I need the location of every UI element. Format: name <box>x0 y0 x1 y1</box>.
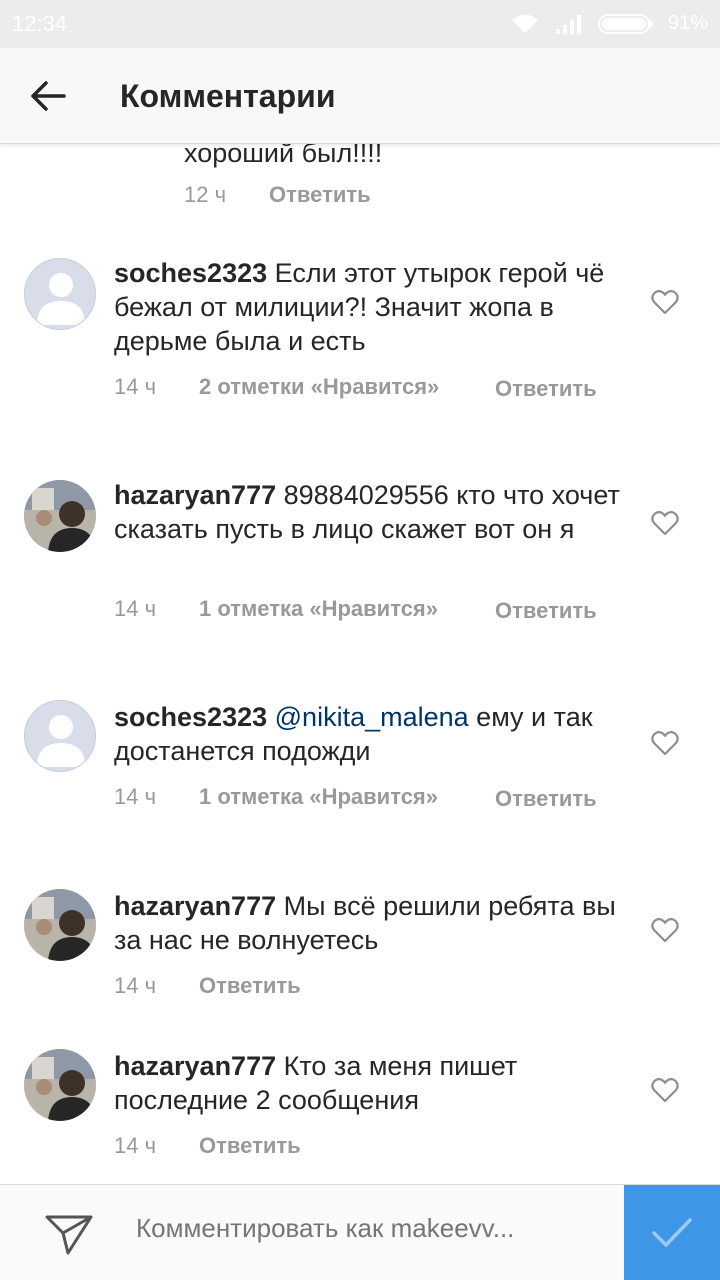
likes-count[interactable]: 1 отметка «Нравится» <box>199 784 495 813</box>
comment-username[interactable]: hazaryan777 <box>114 480 276 510</box>
comment-meta: 14 ч Ответить <box>114 1133 301 1159</box>
reply-button[interactable]: Ответить <box>199 973 301 999</box>
wifi-icon <box>511 14 538 33</box>
comment-meta: 14 ч Ответить <box>114 973 301 999</box>
heart-icon[interactable] <box>651 917 679 943</box>
comment-text: hazaryan777 89884029556 кто что хочет ск… <box>114 478 634 546</box>
status-bar: 12:34 91% <box>0 0 720 48</box>
avatar[interactable] <box>24 1049 96 1121</box>
reply-button[interactable]: Ответить <box>495 596 597 625</box>
reply-button[interactable]: Ответить <box>199 1133 301 1159</box>
comment-username[interactable]: hazaryan777 <box>114 1051 276 1081</box>
mention-link[interactable]: @nikita_malena <box>275 702 469 732</box>
comment-input[interactable] <box>136 1213 596 1244</box>
heart-icon[interactable] <box>651 289 679 315</box>
user-photo <box>24 1049 96 1121</box>
default-avatar-icon <box>37 715 85 767</box>
comment-text-tail: хороший был!!!! <box>184 144 383 168</box>
avatar[interactable] <box>24 480 96 552</box>
comment-meta: 14 ч 1 отметка «Нравится» Ответить <box>114 784 597 813</box>
comment-meta: 12 ч Ответить <box>184 182 371 208</box>
status-time: 12:34 <box>12 11 68 36</box>
comment-meta: 14 ч 2 отметки «Нравится» Ответить <box>114 374 597 403</box>
comment-time: 12 ч <box>184 182 227 207</box>
reply-button[interactable]: Ответить <box>495 784 597 813</box>
heart-icon[interactable] <box>651 730 679 756</box>
comment-username[interactable]: soches2323 <box>114 258 267 288</box>
comment-text: soches2323 Если этот утырок герой чё беж… <box>114 256 634 358</box>
top-app-bar: Комментарии <box>0 48 720 144</box>
comment-time: 14 ч <box>114 596 157 621</box>
battery-icon <box>597 13 653 34</box>
status-icons: 91% <box>510 12 708 35</box>
page-title: Комментарии <box>120 78 336 114</box>
comment-composer <box>0 1184 720 1280</box>
checkmark-icon <box>652 1218 692 1247</box>
likes-count[interactable]: 1 отметка «Нравится» <box>199 596 495 625</box>
comment-time: 14 ч <box>114 1133 157 1158</box>
user-photo <box>24 480 96 552</box>
direct-send-icon[interactable] <box>44 1213 94 1257</box>
avatar[interactable] <box>24 700 96 772</box>
likes-count[interactable]: 2 отметки «Нравится» <box>199 374 495 403</box>
default-avatar-icon <box>37 273 85 325</box>
avatar[interactable] <box>24 889 96 961</box>
comment-username[interactable]: hazaryan777 <box>114 891 276 921</box>
reply-button[interactable]: Ответить <box>269 182 371 208</box>
comment-text: soches2323 @nikita_malena ему и так дост… <box>114 700 634 768</box>
reply-button[interactable]: Ответить <box>495 374 597 403</box>
comment-text: hazaryan777 Кто за меня пишет последние … <box>114 1049 634 1117</box>
avatar[interactable] <box>24 258 96 330</box>
post-comment-button[interactable] <box>624 1185 720 1280</box>
heart-icon[interactable] <box>651 510 679 536</box>
comment-username[interactable]: soches2323 <box>114 702 267 732</box>
comment-meta: 14 ч 1 отметка «Нравится» Ответить <box>114 596 597 625</box>
comment-text: hazaryan777 Мы всё решили ребята вы за н… <box>114 889 634 957</box>
comment-time: 14 ч <box>114 374 157 399</box>
arrow-left-icon <box>31 81 66 111</box>
user-photo <box>24 889 96 961</box>
comments-list[interactable]: хороший был!!!! 12 ч Ответить soches2323… <box>0 144 720 1184</box>
signal-icon <box>555 14 581 34</box>
battery-percent: 91% <box>667 12 708 34</box>
back-button[interactable] <box>28 76 68 116</box>
comment-time: 14 ч <box>114 784 157 809</box>
comment-time: 14 ч <box>114 973 157 998</box>
heart-icon[interactable] <box>651 1077 679 1103</box>
